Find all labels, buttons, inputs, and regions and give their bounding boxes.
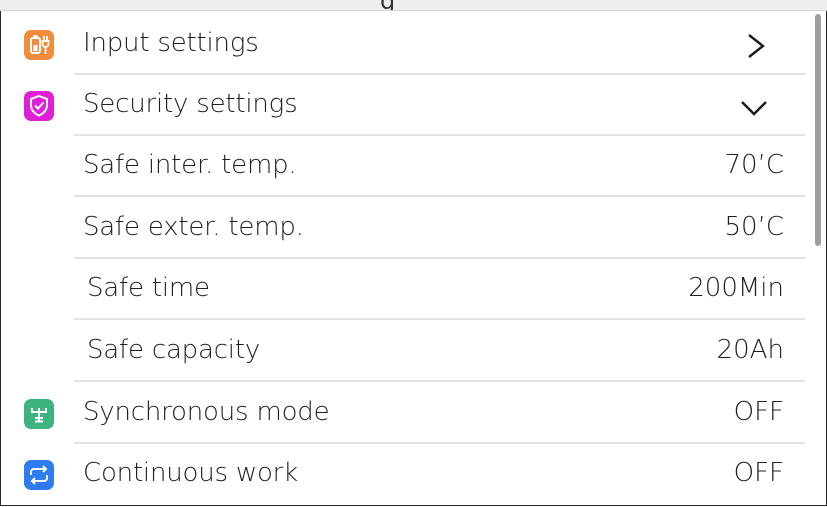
continuous-work-row[interactable]: Continuous work OFF bbox=[0, 444, 805, 505]
row-label: Input settings bbox=[83, 28, 259, 58]
safe-inter-temp-row[interactable]: Safe inter. temp. 70’C bbox=[0, 136, 805, 197]
row-label: Safe exter. temp. bbox=[83, 212, 304, 242]
row-value: OFF bbox=[733, 397, 784, 427]
page-title: g bbox=[380, 0, 395, 10]
row-value: OFF bbox=[733, 458, 784, 488]
row-label: Safe inter. temp. bbox=[83, 150, 297, 180]
safe-time-row[interactable]: Safe time 200Min bbox=[0, 259, 805, 320]
row-value: 20Ah bbox=[716, 335, 784, 365]
scrollbar-thumb[interactable] bbox=[815, 14, 821, 246]
chevron-down-icon[interactable] bbox=[740, 99, 768, 117]
shield-icon bbox=[24, 91, 54, 121]
row-value: 70’C bbox=[724, 150, 784, 180]
plug-icon bbox=[24, 30, 54, 60]
divider bbox=[74, 318, 805, 320]
header-bar: g bbox=[0, 0, 827, 11]
safe-capacity-row[interactable]: Safe capacity 20Ah bbox=[0, 321, 805, 382]
row-label: Safe capacity bbox=[87, 335, 261, 365]
synchronous-mode-row[interactable]: Synchronous mode OFF bbox=[0, 383, 805, 444]
loop-icon bbox=[24, 460, 54, 490]
chevron-right-icon[interactable] bbox=[745, 33, 767, 59]
row-value: 50’C bbox=[724, 212, 784, 242]
row-value: 200Min bbox=[688, 273, 784, 303]
input-settings-row[interactable]: Input settings bbox=[0, 14, 805, 75]
row-label: Security settings bbox=[83, 89, 298, 119]
row-label: Continuous work bbox=[83, 458, 299, 488]
security-settings-row[interactable]: Security settings bbox=[0, 75, 805, 136]
row-label: Synchronous mode bbox=[83, 397, 330, 427]
safe-exter-temp-row[interactable]: Safe exter. temp. 50’C bbox=[0, 198, 805, 259]
divider bbox=[74, 195, 805, 197]
row-label: Safe time bbox=[87, 273, 210, 303]
sync-mode-icon bbox=[24, 399, 54, 429]
divider bbox=[74, 380, 805, 382]
